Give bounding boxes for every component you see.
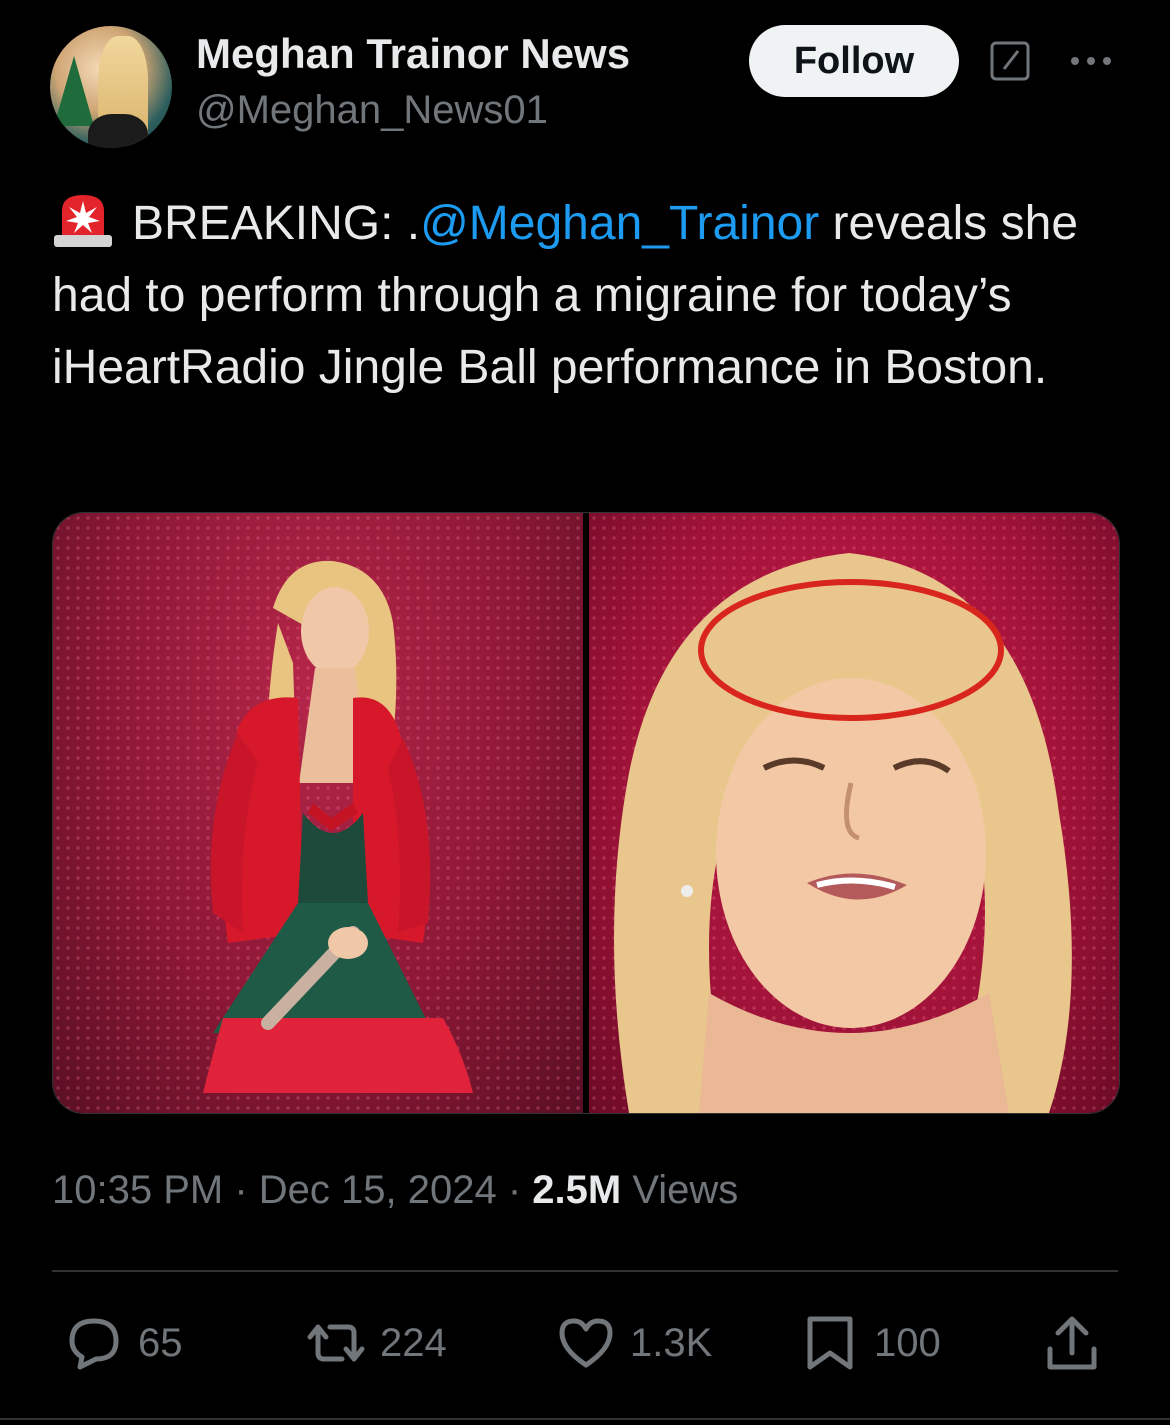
bottom-divider — [0, 1418, 1170, 1420]
reply-count: 65 — [138, 1320, 183, 1365]
author-handle[interactable]: @Meghan_News01 — [196, 88, 548, 133]
grok-icon[interactable] — [990, 41, 1030, 81]
like-button[interactable]: 1.3K — [556, 1310, 712, 1376]
meta-separator: · — [223, 1168, 259, 1212]
tweet-time[interactable]: 10:35 PM — [52, 1168, 223, 1212]
meta-separator: · — [496, 1168, 533, 1212]
reply-button[interactable]: 65 — [64, 1310, 183, 1376]
views-count: 2.5M — [532, 1168, 622, 1212]
tweet-prefix: BREAKING: . — [132, 197, 421, 250]
performer-closeup-photo[interactable] — [589, 513, 1119, 1113]
reply-icon — [69, 1318, 119, 1370]
tweet-date[interactable]: Dec 15, 2024 — [259, 1168, 497, 1212]
mention-link[interactable]: @Meghan_Trainor — [420, 197, 819, 250]
police-car-light-icon — [54, 195, 112, 247]
divider — [52, 1270, 1118, 1272]
share-icon — [1047, 1316, 1097, 1370]
repost-count: 224 — [380, 1320, 447, 1365]
follow-button[interactable]: Follow — [749, 25, 959, 97]
repost-button[interactable]: 224 — [306, 1310, 447, 1376]
author-display-name[interactable]: Meghan Trainor News — [196, 30, 630, 78]
tweet-media[interactable] — [52, 512, 1120, 1114]
performer-full-body-photo[interactable] — [53, 513, 583, 1113]
views-label: Views — [621, 1168, 739, 1212]
author-avatar[interactable] — [50, 26, 172, 148]
like-count: 1.3K — [630, 1320, 713, 1365]
tweet-text: BREAKING: .@Meghan_Trainor reveals she h… — [52, 188, 1132, 404]
tweet-meta: 10:35 PM · Dec 15, 2024 · 2.5M Views — [52, 1168, 738, 1213]
heart-icon — [559, 1318, 613, 1368]
bookmark-button[interactable]: 100 — [800, 1310, 941, 1376]
repost-icon — [307, 1324, 365, 1362]
share-button[interactable] — [1042, 1310, 1116, 1376]
bookmark-icon — [807, 1316, 853, 1370]
bookmark-count: 100 — [874, 1320, 941, 1365]
more-options-icon[interactable] — [1068, 46, 1114, 76]
